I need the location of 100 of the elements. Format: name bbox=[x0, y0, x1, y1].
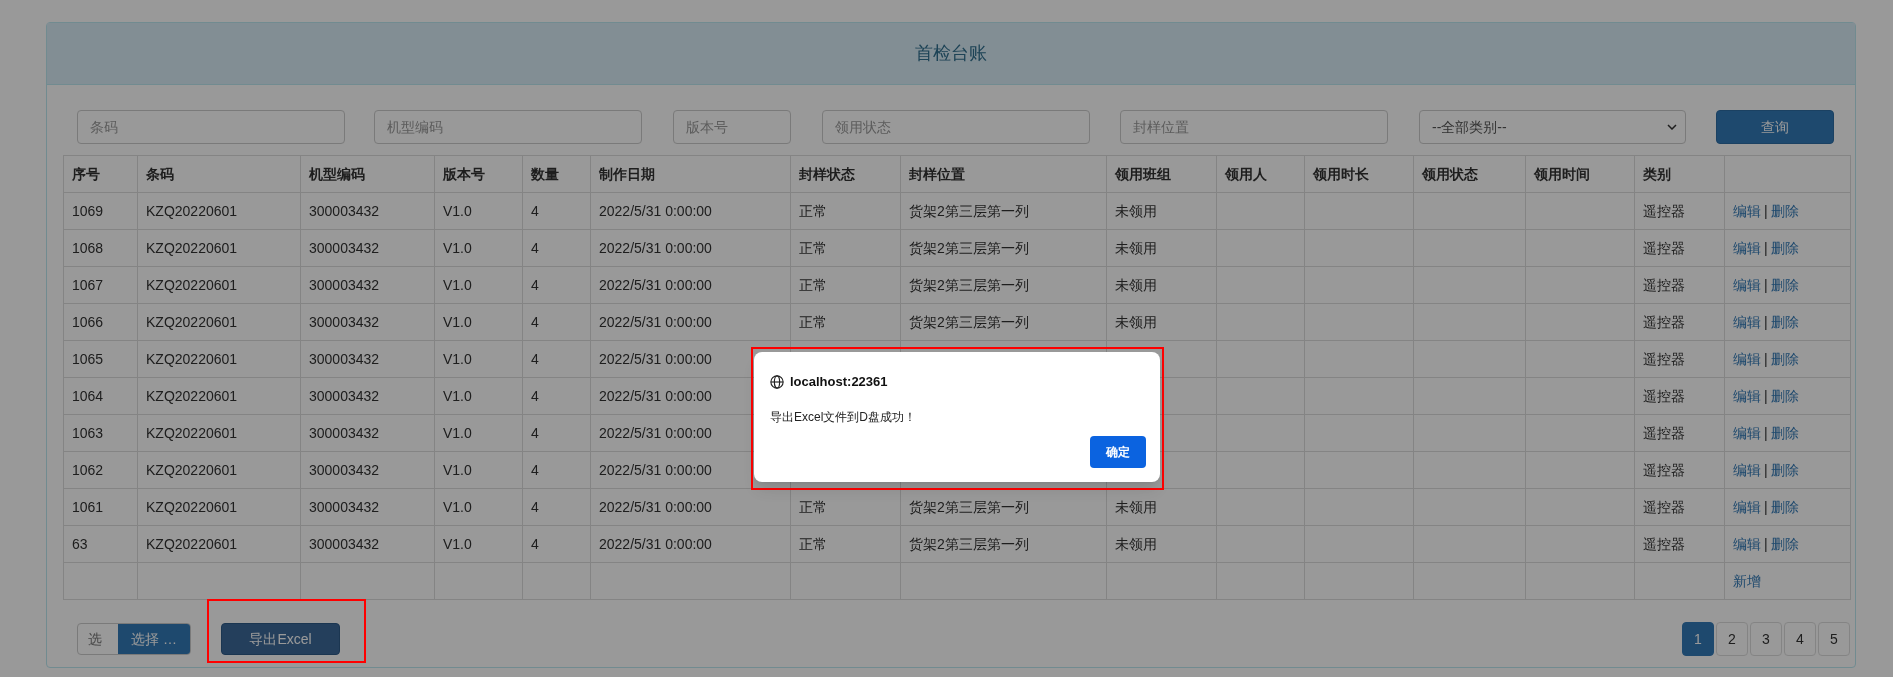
filter-field[interactable]: 版本号 bbox=[673, 110, 791, 144]
column-header: 数量 bbox=[522, 155, 591, 193]
filter-field[interactable]: 领用状态 bbox=[822, 110, 1090, 144]
separator: | bbox=[1764, 535, 1768, 552]
file-picker[interactable]: 选 选择 … bbox=[77, 623, 191, 655]
table-cell: 300003432 bbox=[300, 377, 435, 415]
table-cell: KZQ20220601 bbox=[137, 266, 301, 304]
column-header: 领用时长 bbox=[1304, 155, 1414, 193]
table-cell: 遥控器 bbox=[1634, 229, 1725, 267]
table-cell: 遥控器 bbox=[1634, 266, 1725, 304]
table-cell: KZQ20220601 bbox=[137, 303, 301, 341]
table-cell: KZQ20220601 bbox=[137, 229, 301, 267]
table-cell: V1.0 bbox=[434, 229, 523, 267]
table-cell: 货架2第三层第一列 bbox=[900, 525, 1107, 563]
table-cell: 4 bbox=[522, 266, 591, 304]
search-button[interactable]: 查询 bbox=[1716, 110, 1834, 144]
dialog-title: localhost:22361 bbox=[790, 373, 888, 391]
table-cell: 未领用 bbox=[1106, 525, 1217, 563]
action-link[interactable]: 编辑 bbox=[1733, 535, 1761, 552]
table-cell: V1.0 bbox=[434, 303, 523, 341]
action-link[interactable]: 删除 bbox=[1770, 202, 1799, 219]
action-link[interactable]: 删除 bbox=[1770, 350, 1799, 367]
page-button[interactable]: 1 bbox=[1682, 622, 1714, 656]
table-cell: 4 bbox=[522, 229, 591, 267]
browse-button[interactable]: 选择 … bbox=[118, 624, 190, 654]
separator: | bbox=[1764, 313, 1768, 330]
filter-field[interactable]: 条码 bbox=[77, 110, 345, 144]
table-cell: 未领用 bbox=[1106, 303, 1217, 341]
table-cell: 2022/5/31 0:00:00 bbox=[590, 229, 791, 267]
column-header: 领用时间 bbox=[1525, 155, 1635, 193]
table-cell: 1061 bbox=[63, 488, 138, 526]
table-cell: 300003432 bbox=[300, 229, 435, 267]
export-button[interactable]: 导出Excel bbox=[221, 623, 340, 655]
action-link[interactable]: 编辑 bbox=[1733, 350, 1761, 367]
table-cell: 1062 bbox=[63, 451, 138, 489]
ok-button[interactable]: 确定 bbox=[1090, 435, 1146, 468]
filter-field[interactable]: 封样位置 bbox=[1120, 110, 1388, 144]
table-cell: 正常 bbox=[790, 525, 901, 563]
column-header: 封样状态 bbox=[790, 155, 901, 193]
action-link[interactable]: 编辑 bbox=[1733, 276, 1761, 293]
separator: | bbox=[1764, 202, 1768, 219]
separator: | bbox=[1764, 387, 1768, 404]
action-link[interactable]: 删除 bbox=[1770, 498, 1799, 515]
action-link[interactable]: 删除 bbox=[1770, 313, 1799, 330]
action-link[interactable]: 删除 bbox=[1770, 535, 1799, 552]
table-cell: 4 bbox=[522, 377, 591, 415]
table-cell: 遥控器 bbox=[1634, 488, 1725, 526]
table-cell: KZQ20220601 bbox=[137, 414, 301, 452]
column-header: 类别 bbox=[1634, 155, 1725, 193]
action-link[interactable]: 删除 bbox=[1770, 424, 1799, 441]
action-link[interactable]: 删除 bbox=[1770, 461, 1799, 478]
action-link[interactable]: 删除 bbox=[1770, 387, 1799, 404]
chevron-down-icon bbox=[1667, 124, 1677, 130]
action-link[interactable]: 编辑 bbox=[1733, 424, 1761, 441]
separator: | bbox=[1764, 498, 1768, 515]
action-link[interactable]: 编辑 bbox=[1733, 202, 1761, 219]
table-cell: 4 bbox=[522, 488, 591, 526]
separator: | bbox=[1764, 461, 1768, 478]
action-link[interactable]: 新增 bbox=[1733, 572, 1761, 589]
action-link[interactable]: 编辑 bbox=[1733, 461, 1761, 478]
page-button[interactable]: 4 bbox=[1784, 622, 1816, 656]
action-link[interactable]: 删除 bbox=[1770, 276, 1799, 293]
table-cell: 遥控器 bbox=[1634, 340, 1725, 378]
action-link[interactable]: 编辑 bbox=[1733, 313, 1761, 330]
table-cell: KZQ20220601 bbox=[137, 377, 301, 415]
separator: | bbox=[1764, 424, 1768, 441]
table-cell: KZQ20220601 bbox=[137, 488, 301, 526]
page-button[interactable]: 5 bbox=[1818, 622, 1850, 656]
page-button[interactable]: 3 bbox=[1750, 622, 1782, 656]
page-button[interactable]: 2 bbox=[1716, 622, 1748, 656]
column-header: 领用状态 bbox=[1413, 155, 1526, 193]
table-cell: 2022/5/31 0:00:00 bbox=[590, 303, 791, 341]
separator: | bbox=[1764, 239, 1768, 256]
table-cell: 未领用 bbox=[1106, 488, 1217, 526]
globe-icon bbox=[770, 374, 784, 389]
table-cell: 遥控器 bbox=[1634, 303, 1725, 341]
table-cell: 1069 bbox=[63, 192, 138, 230]
action-link[interactable]: 编辑 bbox=[1733, 239, 1761, 256]
table-cell: 4 bbox=[522, 192, 591, 230]
filter-field[interactable]: 机型编码 bbox=[374, 110, 642, 144]
table-cell: 2022/5/31 0:00:00 bbox=[590, 192, 791, 230]
action-link[interactable]: 编辑 bbox=[1733, 498, 1761, 515]
table-cell: V1.0 bbox=[434, 451, 523, 489]
table-cell: 1068 bbox=[63, 229, 138, 267]
table-cell: 4 bbox=[522, 340, 591, 378]
panel-title: 首检台账 bbox=[915, 42, 987, 65]
column-header: 领用班组 bbox=[1106, 155, 1217, 193]
table-cell: 1067 bbox=[63, 266, 138, 304]
category-select[interactable]: --全部类别-- bbox=[1419, 110, 1686, 144]
table-cell: 遥控器 bbox=[1634, 377, 1725, 415]
separator: | bbox=[1764, 350, 1768, 367]
table-cell: V1.0 bbox=[434, 377, 523, 415]
column-header: 领用人 bbox=[1216, 155, 1305, 193]
table-cell: 4 bbox=[522, 525, 591, 563]
action-link[interactable]: 编辑 bbox=[1733, 387, 1761, 404]
table-cell: KZQ20220601 bbox=[137, 525, 301, 563]
table-cell: 2022/5/31 0:00:00 bbox=[590, 525, 791, 563]
table-cell: 未领用 bbox=[1106, 229, 1217, 267]
file-name-field: 选 bbox=[78, 624, 118, 654]
action-link[interactable]: 删除 bbox=[1770, 239, 1799, 256]
